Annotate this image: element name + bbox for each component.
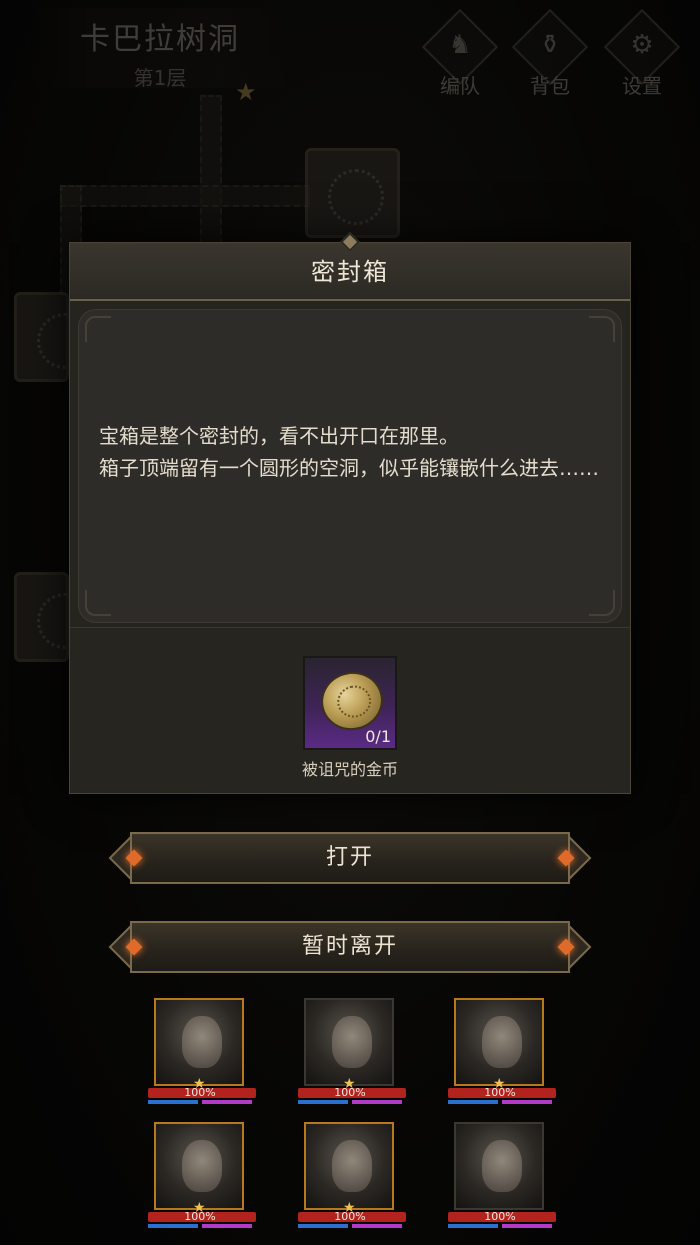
party-member-5[interactable]: ★ 100% [298,1122,408,1234]
leave-button[interactable]: 暂时离开 [108,917,592,977]
dialog-text-panel: 宝箱是整个密封的，看不出开口在那里。 箱子顶端留有一个圆形的空洞，似乎能镶嵌什么… [78,309,622,623]
dialog-description: 宝箱是整个密封的，看不出开口在那里。 箱子顶端留有一个圆形的空洞，似乎能镶嵌什么… [99,424,599,480]
hp-text: 100% [184,1210,216,1223]
item-count: 0/1 [365,727,391,746]
portrait [304,1122,394,1210]
mp-bar [148,1224,198,1228]
party-member-1[interactable]: ★ 100% [148,998,258,1110]
open-button[interactable]: 打开 [108,828,592,888]
sp-bar [202,1224,252,1228]
portrait [154,1122,244,1210]
portrait [454,1122,544,1210]
party-member-2[interactable]: ★ 100% [298,998,408,1110]
sp-bar [202,1100,252,1104]
dialog-header: 密封箱 [70,232,630,301]
party-member-6[interactable]: 100% [448,1122,558,1234]
hp-text: 100% [184,1086,216,1099]
sp-bar [352,1100,402,1104]
mp-bar [448,1100,498,1104]
portrait [154,998,244,1086]
mp-bar [298,1100,348,1104]
hp-text: 100% [334,1210,366,1223]
party-member-4[interactable]: ★ 100% [148,1122,258,1234]
hp-text: 100% [484,1086,516,1099]
item-name: 被诅咒的金币 [301,760,398,779]
sp-bar [502,1224,552,1228]
required-item-area: 0/1 被诅咒的金币 [70,627,630,793]
open-button-label: 打开 [325,845,374,870]
party-member-3[interactable]: ★ 100% [448,998,558,1110]
sealed-chest-dialog: 密封箱 宝箱是整个密封的，看不出开口在那里。 箱子顶端留有一个圆形的空洞，似乎能… [69,232,631,794]
portrait [304,998,394,1086]
mp-bar [448,1224,498,1228]
sp-bar [352,1224,402,1228]
leave-button-label: 暂时离开 [301,934,398,959]
hp-text: 100% [334,1086,366,1099]
item-slot[interactable]: 0/1 [303,656,397,750]
cursed-coin-icon [315,666,389,736]
sp-bar [502,1100,552,1104]
mp-bar [298,1224,348,1228]
portrait [454,998,544,1086]
mp-bar [148,1100,198,1104]
hp-text: 100% [484,1210,516,1223]
